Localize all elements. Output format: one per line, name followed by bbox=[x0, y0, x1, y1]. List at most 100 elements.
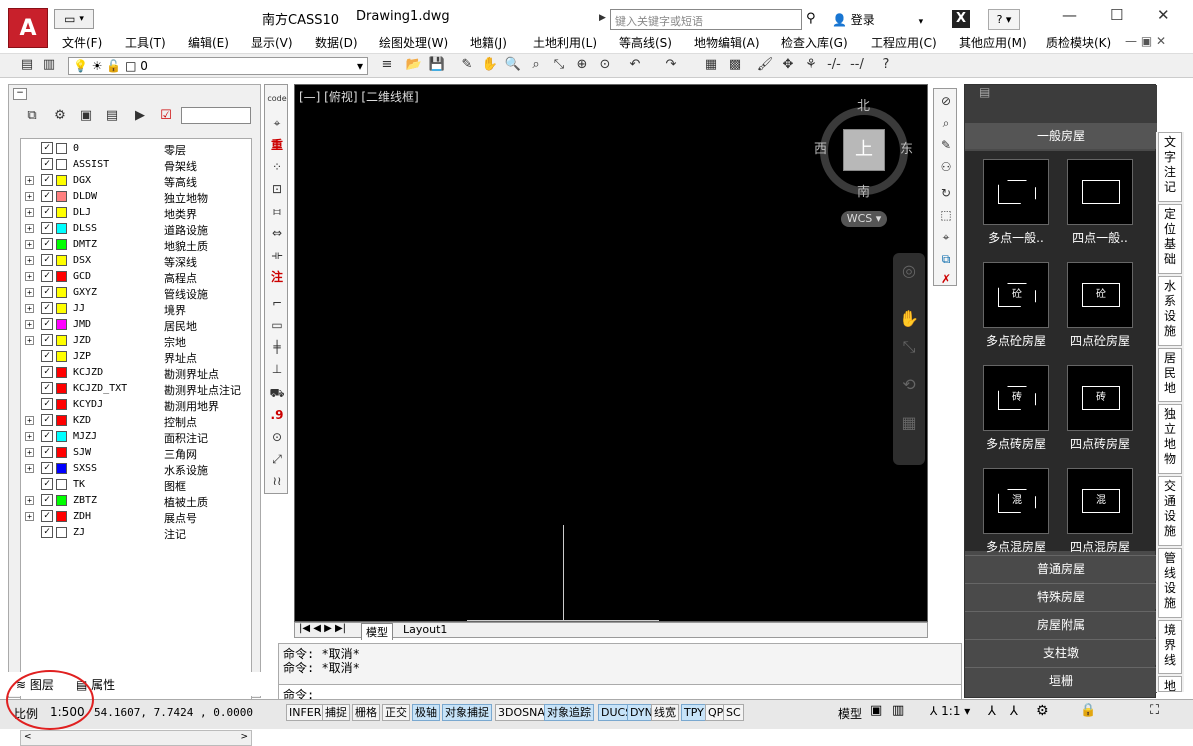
maximize-button[interactable]: ☐ bbox=[1110, 6, 1123, 24]
binoculars-icon[interactable]: ⚲ bbox=[806, 11, 816, 26]
house-symbol-tile[interactable]: 混 bbox=[1067, 468, 1133, 534]
lock-icon[interactable]: 🔒 bbox=[1080, 703, 1096, 718]
vehicle-icon[interactable]: ⛟ bbox=[267, 383, 287, 403]
category-header[interactable]: 特殊房屋 bbox=[965, 583, 1157, 609]
layer-color-swatch[interactable] bbox=[56, 239, 67, 250]
layer-visibility-checkbox[interactable]: ✓ bbox=[41, 158, 53, 170]
app-logo-button[interactable]: A bbox=[8, 8, 48, 48]
dropdown-icon[interactable]: ▾ bbox=[79, 14, 84, 24]
redo-icon[interactable]: ↷ bbox=[662, 56, 680, 74]
layer-row[interactable]: + ✓ DMTZ 地貌土质 bbox=[21, 237, 253, 253]
measure-icon[interactable]: ⇔ bbox=[267, 223, 287, 243]
layer-visibility-checkbox[interactable]: ✓ bbox=[41, 494, 53, 506]
minimize-button[interactable]: — bbox=[1062, 6, 1077, 24]
layer-row[interactable]: ✓ ASSIST 骨架线 bbox=[21, 157, 253, 173]
layer-visibility-checkbox[interactable]: ✓ bbox=[41, 334, 53, 346]
annotate-icon[interactable]: 注 bbox=[267, 267, 287, 287]
pan-nav-icon[interactable]: ✋ bbox=[897, 307, 921, 331]
layer-row[interactable]: + ✓ DLDW 独立地物 bbox=[21, 189, 253, 205]
eraser-icon[interactable]: ✎ bbox=[458, 56, 476, 74]
menu-tools[interactable]: 工具(T) bbox=[125, 34, 166, 51]
layer-row[interactable]: ✓ ZJ 注记 bbox=[21, 525, 253, 541]
quick-view-icon[interactable]: ▥ bbox=[892, 703, 904, 718]
palette-side-tab[interactable]: 定位基础 bbox=[1158, 204, 1182, 274]
status-toggle-button[interactable]: 捕捉 bbox=[322, 704, 350, 721]
zoom-extents-icon[interactable]: ⤡ bbox=[550, 56, 568, 74]
layer-visibility-checkbox[interactable]: ✓ bbox=[41, 174, 53, 186]
properties-icon[interactable]: ▦ bbox=[702, 56, 720, 74]
login-dropdown-icon[interactable]: ▾ bbox=[919, 17, 924, 27]
layer-row[interactable]: ✓ KCJZD 勘测界址点 bbox=[21, 365, 253, 381]
layer-visibility-checkbox[interactable]: ✓ bbox=[41, 446, 53, 458]
help-search-input[interactable]: ▶ 键入关键字或短语 bbox=[599, 9, 802, 30]
save-icon[interactable]: 💾 bbox=[428, 56, 446, 74]
expand-icon[interactable]: + bbox=[25, 256, 34, 265]
search-expand-icon[interactable]: ▶ bbox=[599, 13, 606, 23]
river-icon[interactable]: ≀≀ bbox=[267, 471, 287, 491]
edit-pen-icon[interactable]: ✎ bbox=[936, 135, 956, 155]
palette-side-tab[interactable]: 居民地 bbox=[1158, 348, 1182, 402]
mdi-controls[interactable]: — ▣ ✕ bbox=[1125, 34, 1166, 48]
expand-icon[interactable]: + bbox=[25, 464, 34, 473]
copy-block-icon[interactable]: ⧉ bbox=[936, 249, 956, 269]
layer-visibility-checkbox[interactable]: ✓ bbox=[41, 382, 53, 394]
layer-visibility-checkbox[interactable]: ✓ bbox=[41, 478, 53, 490]
palette-side-tab[interactable]: 文字注记 bbox=[1158, 132, 1182, 202]
linetype-icon[interactable]: ≡ bbox=[378, 56, 396, 74]
layer-row[interactable]: + ✓ DSX 等深线 bbox=[21, 253, 253, 269]
layer-color-swatch[interactable] bbox=[56, 319, 67, 330]
menu-land-use[interactable]: 土地利用(L) bbox=[533, 34, 597, 51]
layer-visibility-checkbox[interactable]: ✓ bbox=[41, 366, 53, 378]
expand-icon[interactable]: + bbox=[25, 208, 34, 217]
layer-row[interactable]: + ✓ JJ 境界 bbox=[21, 301, 253, 317]
palette-menu-icon[interactable]: ▤ bbox=[979, 85, 990, 99]
layer-dropdown[interactable]: 💡 ☀ 🔓 □ 0 ▾ bbox=[68, 57, 368, 75]
menu-engineering[interactable]: 工程应用(C) bbox=[871, 34, 937, 51]
zoom-icon[interactable]: 🔍 bbox=[504, 56, 522, 74]
extend-icon[interactable]: --/ bbox=[848, 56, 866, 74]
layer-row[interactable]: + ✓ ZBTZ 植被土质 bbox=[21, 493, 253, 509]
layer-visibility-checkbox[interactable]: ✓ bbox=[41, 206, 53, 218]
layer-filter-icon[interactable]: ⚙ bbox=[51, 107, 69, 125]
tile-label[interactable]: 多点一般.. bbox=[974, 229, 1058, 246]
layer-color-swatch[interactable] bbox=[56, 447, 67, 458]
viewcube-top-face[interactable]: 上 bbox=[843, 129, 885, 171]
layer-visibility-checkbox[interactable]: ✓ bbox=[41, 222, 53, 234]
status-toggle-button[interactable]: 极轴 bbox=[412, 704, 440, 721]
layer-visibility-checkbox[interactable]: ✓ bbox=[41, 302, 53, 314]
close-button[interactable]: ✕ bbox=[1157, 6, 1170, 24]
scroll-left-icon[interactable]: < bbox=[24, 732, 32, 742]
expand-icon[interactable]: + bbox=[25, 512, 34, 521]
status-toggle-button[interactable]: 对象追踪 bbox=[544, 704, 594, 721]
layer-row[interactable]: + ✓ GCD 高程点 bbox=[21, 269, 253, 285]
help-toolbar-icon[interactable]: ? bbox=[877, 56, 895, 74]
layer-visibility-checkbox[interactable]: ✓ bbox=[41, 350, 53, 362]
expand-icon[interactable]: + bbox=[25, 240, 34, 249]
house-symbol-tile[interactable] bbox=[1067, 159, 1133, 225]
layer-row[interactable]: + ✓ JMD 居民地 bbox=[21, 317, 253, 333]
annotation-scale[interactable]: ⅄ 1:1 ▾ bbox=[930, 704, 970, 718]
wcs-menu[interactable]: WCS ▾ bbox=[841, 211, 887, 227]
layer-row[interactable]: ✓ JZP 界址点 bbox=[21, 349, 253, 365]
house-outline-icon[interactable]: ⌐ bbox=[267, 293, 287, 313]
model-space-button[interactable]: 模型 bbox=[838, 705, 862, 722]
layer-visibility-checkbox[interactable]: ✓ bbox=[41, 414, 53, 426]
category-header[interactable]: 房屋附属 bbox=[965, 611, 1157, 637]
tile-label[interactable]: 四点混房屋 bbox=[1058, 538, 1142, 555]
pan-icon[interactable]: ✋ bbox=[481, 56, 499, 74]
help-button[interactable]: ? ▾ bbox=[988, 9, 1020, 30]
select-window-icon[interactable]: ⬚ bbox=[936, 205, 956, 225]
layer-state-icon[interactable]: ▥ bbox=[40, 56, 58, 74]
control-point-icon[interactable]: ⊙ bbox=[267, 427, 287, 447]
move-icon[interactable]: ✥ bbox=[779, 56, 797, 74]
house-symbol-tile[interactable]: 砖 bbox=[983, 365, 1049, 431]
horizontal-scrollbar[interactable]: < > bbox=[20, 730, 252, 746]
layer-visibility-checkbox[interactable]: ✓ bbox=[41, 510, 53, 522]
fence-icon[interactable]: ⧦ bbox=[267, 201, 287, 221]
auto-scale-icon[interactable]: ⅄ bbox=[1010, 704, 1018, 719]
compass-north[interactable]: 北 bbox=[857, 95, 870, 114]
command-input[interactable]: 命令: bbox=[279, 684, 961, 702]
status-toggle-button[interactable]: 栅格 bbox=[352, 704, 380, 721]
find-icon[interactable]: ⌕ bbox=[936, 113, 956, 133]
layer-color-swatch[interactable] bbox=[56, 479, 67, 490]
